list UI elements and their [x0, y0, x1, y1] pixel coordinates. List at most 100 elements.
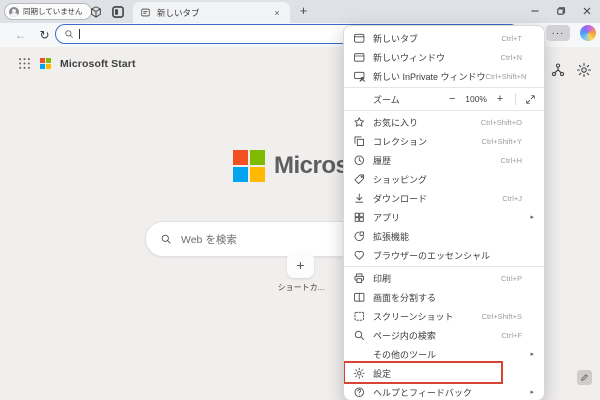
menu-item-label: ページ内の検索	[373, 329, 436, 342]
menu-item-label: 画面を分割する	[373, 291, 436, 304]
find-on-page-icon	[353, 329, 366, 342]
downloads-icon	[353, 192, 366, 205]
essentials-icon	[353, 249, 366, 262]
zoom-value: 100%	[465, 94, 487, 104]
tab-strip: 同期していません 新しいタブ × +	[0, 0, 600, 23]
app-launcher-icon[interactable]	[18, 57, 31, 70]
menu-item-label: お気に入り	[373, 116, 418, 129]
browser-menu: 新しいタブCtrl+T 新しいウィンドウ Ctrl+N 新しい InPrivate ウ…	[343, 25, 545, 400]
shortcut-hint: Ctrl+N	[501, 53, 522, 62]
shopping-icon	[353, 173, 366, 186]
menu-item-settings[interactable]: 設定	[344, 364, 544, 383]
shortcut-hint: Ctrl+Shift+N	[486, 72, 527, 81]
menu-item-label: 設定	[373, 367, 391, 380]
menu-item-label: コレクション	[373, 135, 427, 148]
menu-separator	[344, 87, 544, 88]
new-tab-button[interactable]: +	[296, 4, 311, 19]
menu-item-split-screen[interactable]: 画面を分割する	[344, 288, 544, 307]
inprivate-icon	[353, 70, 366, 83]
tab-new-tab[interactable]: 新しいタブ ×	[133, 2, 290, 23]
minimize-button[interactable]	[522, 0, 548, 22]
submenu-arrow-icon: ▸	[530, 350, 534, 358]
search-placeholder: Web を検索	[181, 232, 237, 247]
window-controls	[522, 0, 600, 22]
profile-button[interactable]: 同期していません	[4, 3, 92, 20]
menu-item-help-and-feedback[interactable]: ヘルプとフィードバック ▸	[344, 383, 544, 400]
shortcut-hint: Ctrl+Shift+O	[481, 118, 522, 127]
apps-icon	[353, 211, 366, 224]
share-icon[interactable]	[550, 62, 567, 79]
back-icon[interactable]: ←	[12, 26, 29, 43]
menu-item-label: ショッピング	[373, 173, 427, 186]
menu-item-zoom: ズーム −100% +	[344, 90, 544, 109]
tab-actions-icon[interactable]	[110, 4, 126, 20]
menu-item-label: 履歴	[373, 154, 391, 167]
brand-title[interactable]: Microsoft Start	[60, 58, 136, 70]
favorites-icon	[353, 116, 366, 129]
help-icon	[353, 386, 366, 399]
menu-item-label: 印刷	[373, 272, 391, 285]
fullscreen-button[interactable]	[525, 94, 536, 105]
history-icon	[353, 154, 366, 167]
shortcut-hint: Ctrl+T	[501, 34, 522, 43]
menu-item-label: スクリーンショット	[373, 310, 454, 323]
add-shortcut-button[interactable]: +	[287, 252, 314, 278]
menu-item-label: ブラウザーのエッセンシャル	[373, 249, 490, 262]
new-window-icon	[353, 51, 366, 64]
extensions-icon	[353, 230, 366, 243]
menu-item-new-tab[interactable]: 新しいタブCtrl+T	[344, 29, 544, 48]
shortcut-hint: Ctrl+F	[501, 331, 522, 340]
workspaces-icon[interactable]	[88, 4, 104, 20]
menu-item-label: 新しいウィンドウ	[373, 51, 445, 64]
submenu-arrow-icon: ▸	[530, 213, 534, 221]
menu-item-new-inprivate-window[interactable]: 新しい InPrivate ウィンドウCtrl+Shift+N	[344, 67, 544, 86]
text-caret	[79, 29, 80, 39]
shortcut-hint: Ctrl+J	[502, 194, 522, 203]
tab-favicon-icon	[140, 7, 151, 18]
tab-close-icon[interactable]: ×	[271, 7, 283, 19]
menu-item-new-window[interactable]: 新しいウィンドウ Ctrl+N	[344, 48, 544, 67]
menu-item-print[interactable]: 印刷 Ctrl+P	[344, 269, 544, 288]
menu-item-shopping[interactable]: ショッピング	[344, 170, 544, 189]
copilot-icon[interactable]	[580, 25, 596, 41]
zoom-in-button[interactable]: +	[494, 93, 506, 105]
zoom-label: ズーム	[373, 93, 400, 106]
page-settings-icon[interactable]	[576, 62, 593, 79]
submenu-arrow-icon: ▸	[530, 388, 534, 396]
menu-item-more-tools[interactable]: その他のツール▸	[344, 345, 544, 364]
zoom-out-button[interactable]: −	[446, 93, 458, 105]
menu-item-downloads[interactable]: ダウンロード Ctrl+J	[344, 189, 544, 208]
menu-item-label: ヘルプとフィードバック	[373, 386, 472, 399]
microsoft-logo-icon	[40, 58, 51, 69]
menu-item-extensions[interactable]: 拡張機能	[344, 227, 544, 246]
microsoft-logo-icon	[233, 150, 265, 182]
menu-item-apps[interactable]: アプリ▸	[344, 208, 544, 227]
menu-item-favorites[interactable]: お気に入り Ctrl+Shift+O	[344, 113, 544, 132]
tab-title: 新しいタブ	[157, 7, 200, 19]
restore-button[interactable]	[548, 0, 574, 22]
refresh-icon[interactable]: ↻	[36, 26, 53, 43]
shortcut-label: ショートカ...	[262, 282, 340, 293]
new-tab-icon	[353, 32, 366, 45]
menu-item-browser-essentials[interactable]: ブラウザーのエッセンシャル	[344, 246, 544, 265]
menu-item-label: 拡張機能	[373, 230, 409, 243]
menu-separator	[344, 110, 544, 111]
more-menu-button[interactable]: ···	[546, 25, 570, 41]
menu-item-collections[interactable]: コレクション Ctrl+Shift+Y	[344, 132, 544, 151]
profile-label: 同期していません	[23, 6, 83, 17]
avatar-icon	[9, 7, 19, 17]
menu-item-screenshot[interactable]: スクリーンショット Ctrl+Shift+S	[344, 307, 544, 326]
close-button[interactable]	[574, 0, 600, 22]
menu-item-label: ダウンロード	[373, 192, 427, 205]
menu-item-find-on-page[interactable]: ページ内の検索 Ctrl+F	[344, 326, 544, 345]
shortcut-hint: Ctrl+Shift+Y	[482, 137, 522, 146]
shortcut-hint: Ctrl+P	[501, 274, 522, 283]
split-screen-icon	[353, 291, 366, 304]
settings-icon	[353, 367, 366, 380]
shortcut-hint: Ctrl+Shift+S	[482, 312, 522, 321]
menu-separator	[344, 266, 544, 267]
menu-item-history[interactable]: 履歴Ctrl+H	[344, 151, 544, 170]
collections-icon	[353, 135, 366, 148]
search-icon	[160, 233, 172, 245]
edit-background-icon[interactable]	[577, 370, 592, 385]
